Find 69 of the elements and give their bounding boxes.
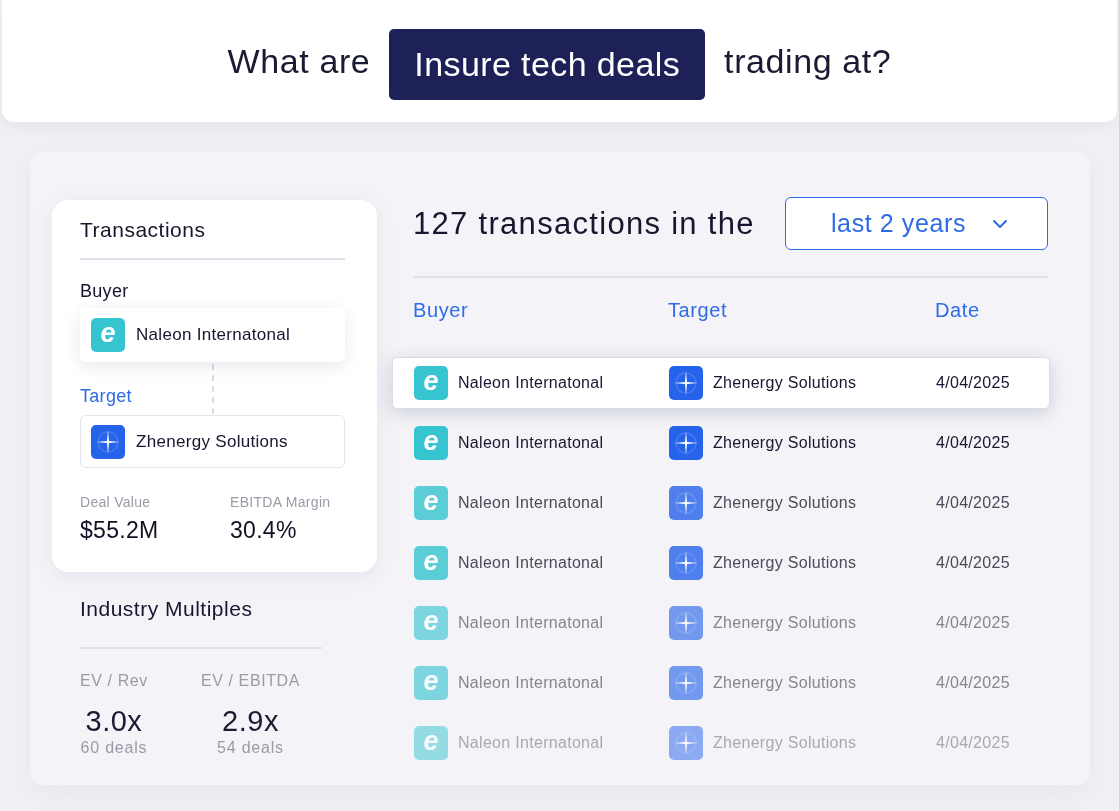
sparkle-logo-icon xyxy=(91,424,125,459)
sparkle-logo-icon xyxy=(669,486,703,520)
date-text: 4/04/2025 xyxy=(936,374,1010,391)
buyer-name: Naleon Internatonal xyxy=(458,674,604,692)
column-header[interactable]: Buyer xyxy=(413,299,469,321)
date-text: 4/04/2025 xyxy=(936,494,1010,511)
letter-logo: e xyxy=(414,426,448,460)
target-name: Zhenergy Solutions xyxy=(713,434,857,452)
table-row[interactable]: e Naleon Internatonal Zhenergy Solutions 4/04/2025 xyxy=(392,477,1050,529)
metric-value: 30.4% xyxy=(230,516,298,544)
sparkle-logo-icon xyxy=(669,366,703,400)
buyer-name: Naleon Internatonal xyxy=(458,734,604,752)
multiple-label: EV / Rev xyxy=(80,671,148,691)
question-text: What are xyxy=(227,41,371,81)
sparkle-logo-icon xyxy=(669,666,703,700)
chevron-down-icon xyxy=(992,218,1008,229)
deal-count: 60 deals xyxy=(80,738,148,758)
sparkle-logo-icon xyxy=(669,546,703,580)
field-label: Buyer xyxy=(80,281,129,301)
letter-logo: e xyxy=(414,486,448,520)
target-name: Zhenergy Solutions xyxy=(713,734,857,752)
multiple-label: EV / EBITDA xyxy=(200,671,300,691)
table-row[interactable]: e Naleon Internatonal Zhenergy Solutions 4/04/2025 xyxy=(392,417,1050,469)
table-row[interactable]: e Naleon Internatonal Zhenergy Solutions 4/04/2025 xyxy=(392,357,1050,409)
card-title: Transactions xyxy=(80,218,207,242)
date-text: 4/04/2025 xyxy=(936,734,1010,751)
period-dropdown[interactable]: last 2 years xyxy=(785,197,1048,250)
company-field[interactable]: Zhenergy Solutions xyxy=(80,415,345,468)
letter-logo: e xyxy=(414,666,448,700)
letter-logo: e xyxy=(414,366,448,400)
target-name: Zhenergy Solutions xyxy=(713,494,857,512)
company-name: Zhenergy Solutions xyxy=(136,431,288,452)
table-row[interactable]: e Naleon Internatonal Zhenergy Solutions 4/04/2025 xyxy=(392,537,1050,589)
deal-count: 54 deals xyxy=(216,738,285,758)
date-text: 4/04/2025 xyxy=(936,674,1010,691)
section-title: Industry Multiples xyxy=(80,597,254,621)
letter-logo: e xyxy=(414,546,448,580)
sparkle-logo-icon xyxy=(669,726,703,760)
query-chip[interactable]: Insure tech deals xyxy=(389,28,706,100)
multiple-value: 3.0x xyxy=(84,704,144,738)
metric-value: $55.2M xyxy=(80,516,160,544)
sparkle-logo-icon xyxy=(669,426,703,460)
metric-label: Deal Value xyxy=(80,494,152,510)
letter-logo: e xyxy=(91,318,125,352)
buyer-name: Naleon Internatonal xyxy=(458,494,604,512)
target-name: Zhenergy Solutions xyxy=(713,614,857,632)
buyer-name: Naleon Internatonal xyxy=(458,554,604,572)
column-header[interactable]: Target xyxy=(668,299,728,321)
letter-logo: e xyxy=(414,726,448,760)
dashed-connector xyxy=(212,364,214,414)
buyer-name: Naleon Internatonal xyxy=(458,434,604,452)
field-label: Target xyxy=(80,386,132,406)
metric-label: EBITDA Margin xyxy=(230,494,332,510)
target-name: Zhenergy Solutions xyxy=(713,674,857,692)
question-text: trading at? xyxy=(724,41,892,81)
date-text: 4/04/2025 xyxy=(936,434,1010,451)
results-heading: 127 transactions in the xyxy=(413,205,755,242)
company-name: Naleon Internatonal xyxy=(136,325,291,345)
target-name: Zhenergy Solutions xyxy=(713,554,857,572)
target-name: Zhenergy Solutions xyxy=(713,374,857,392)
buyer-name: Naleon Internatonal xyxy=(458,374,604,392)
letter-logo: e xyxy=(414,606,448,640)
column-header[interactable]: Date xyxy=(935,299,980,321)
multiple-value: 2.9x xyxy=(221,704,280,738)
date-text: 4/04/2025 xyxy=(936,554,1010,571)
buyer-name: Naleon Internatonal xyxy=(458,614,604,632)
company-field[interactable]: e Naleon Internatonal xyxy=(80,308,345,362)
sparkle-logo-icon xyxy=(669,606,703,640)
date-text: 4/04/2025 xyxy=(936,614,1010,631)
